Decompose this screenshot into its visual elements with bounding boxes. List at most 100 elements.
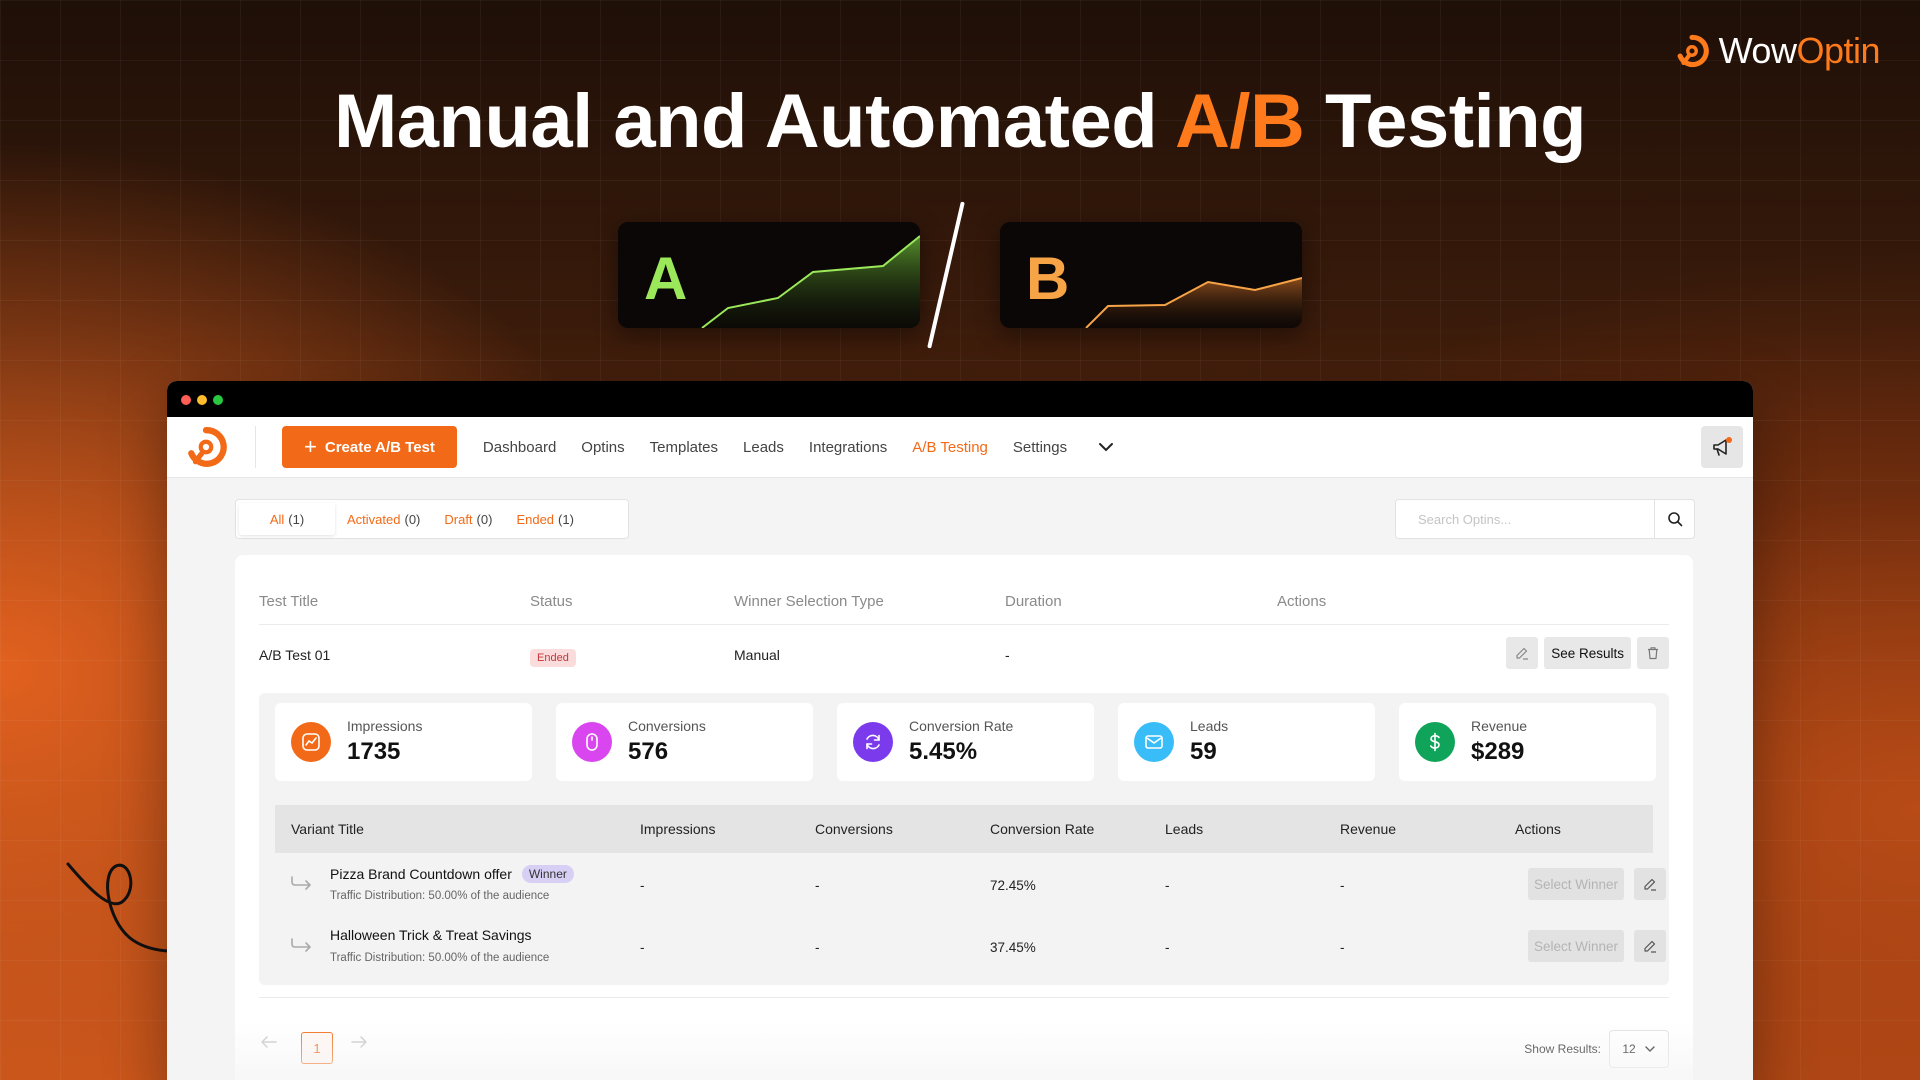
search-icon	[1667, 512, 1682, 527]
chevron-down-icon	[1644, 1046, 1655, 1052]
search-button[interactable]	[1654, 500, 1694, 538]
filter-tab-draft-count: (0)	[476, 511, 493, 527]
edit-variant-button[interactable]	[1634, 868, 1666, 900]
create-ab-test-label: Create A/B Test	[324, 438, 435, 456]
winner-selection-type: Manual	[734, 647, 780, 663]
nav-menu: Dashboard Optins Templates Leads Integra…	[483, 439, 1114, 456]
nav-item-dashboard[interactable]: Dashboard	[483, 439, 556, 456]
corner-down-right-icon	[291, 938, 311, 952]
see-results-button[interactable]: See Results	[1544, 637, 1631, 669]
edit-test-button[interactable]	[1506, 637, 1539, 669]
window-maximize-dot[interactable]	[213, 395, 223, 405]
ab-tests-panel: Test Title Status Winner Selection Type …	[235, 555, 1693, 1080]
tests-table-header: Test Title Status Winner Selection Type …	[259, 555, 1669, 625]
top-navbar: + Create A/B Test Dashboard Optins Templ…	[167, 417, 1753, 478]
variant-conversions: -	[815, 878, 820, 893]
search-input[interactable]	[1396, 500, 1654, 538]
variant-title-text: Pizza Brand Countdown offer	[330, 866, 512, 882]
filter-tab-activated-count: (0)	[404, 511, 421, 527]
corner-down-right-icon	[291, 876, 311, 890]
filter-tab-draft[interactable]: Draft (0)	[432, 503, 504, 535]
variant-leads: -	[1165, 878, 1170, 893]
vheader-leads: Leads	[1165, 821, 1204, 837]
variant-conversion-rate: 72.45%	[990, 878, 1036, 893]
vheader-conversion-rate: Conversion Rate	[990, 821, 1095, 837]
variant-a-card: A	[618, 222, 920, 328]
stat-label: Revenue	[1471, 718, 1528, 734]
stat-card-leads: Leads 59	[1118, 703, 1375, 781]
nav-separator	[255, 426, 256, 468]
header-test-title: Test Title	[259, 593, 319, 610]
filter-tab-ended[interactable]: Ended (1)	[504, 503, 585, 535]
refresh-icon	[853, 722, 893, 762]
header-actions: Actions	[1277, 593, 1327, 610]
filter-tab-ended-label: Ended	[516, 511, 555, 527]
pencil-icon	[1644, 878, 1656, 891]
variant-title[interactable]: Pizza Brand Countdown offer Winner	[330, 865, 574, 883]
stat-card-conversion-rate: Conversion Rate 5.45%	[837, 703, 1094, 781]
edit-variant-button[interactable]	[1634, 930, 1666, 962]
variants-table-header: Variant Title Impressions Conversions Co…	[275, 805, 1653, 853]
header-status: Status	[530, 593, 573, 610]
stat-value: 576	[628, 738, 669, 765]
test-title[interactable]: A/B Test 01	[259, 647, 330, 663]
headline-accent: A/B	[1174, 79, 1305, 164]
nav-item-settings[interactable]: Settings	[1013, 439, 1067, 456]
variant-leads: -	[1165, 940, 1170, 955]
page-size-value: 12	[1622, 1042, 1636, 1056]
table-row: A/B Test 01 Ended Manual - See Results	[259, 625, 1669, 685]
create-ab-test-button[interactable]: + Create A/B Test	[282, 426, 457, 468]
variant-b-card: B	[1000, 222, 1302, 328]
trash-icon	[1648, 647, 1658, 660]
nav-item-leads[interactable]: Leads	[743, 439, 784, 456]
app-window: + Create A/B Test Dashboard Optins Templ…	[167, 381, 1753, 1080]
app-logo-icon[interactable]	[185, 426, 227, 468]
vheader-variant-title: Variant Title	[291, 821, 364, 837]
nav-item-ab-testing[interactable]: A/B Testing	[912, 439, 988, 456]
stat-value: 59	[1190, 738, 1217, 765]
delete-test-button[interactable]	[1637, 637, 1669, 669]
arrow-left-icon[interactable]	[259, 1034, 279, 1050]
winner-badge: Winner	[521, 865, 574, 883]
window-minimize-dot[interactable]	[197, 395, 207, 405]
nav-item-templates[interactable]: Templates	[650, 439, 718, 456]
pencil-icon	[1644, 940, 1656, 953]
chevron-down-icon[interactable]	[1098, 439, 1114, 455]
window-close-dot[interactable]	[181, 395, 191, 405]
brand-logo: WowOptin	[1675, 30, 1880, 72]
filter-tab-activated[interactable]: Activated (0)	[335, 503, 432, 535]
pencil-icon	[1516, 647, 1529, 660]
nav-item-optins[interactable]: Optins	[581, 439, 624, 456]
table-row: Halloween Trick & Treat Savings Traffic …	[275, 915, 1666, 977]
variant-title[interactable]: Halloween Trick & Treat Savings	[330, 927, 532, 943]
page-number-button[interactable]: 1	[301, 1032, 333, 1064]
announcements-button[interactable]	[1701, 426, 1743, 468]
filter-tab-all-count: (1)	[288, 511, 305, 527]
traffic-distribution: Traffic Distribution: 50.00% of the audi…	[330, 890, 550, 902]
dollar-icon	[1415, 722, 1455, 762]
stat-card-conversions: Conversions 576	[556, 703, 813, 781]
page-size-select[interactable]: 12	[1609, 1030, 1669, 1068]
brand-name-part1: Wow	[1718, 30, 1797, 71]
vheader-conversions: Conversions	[815, 821, 893, 837]
header-duration: Duration	[1005, 593, 1062, 610]
variant-title-text: Halloween Trick & Treat Savings	[330, 927, 532, 943]
wowoptin-logo-icon	[1677, 34, 1709, 68]
pagination: 1 Show Results: 12	[259, 997, 1669, 1068]
stat-value: 5.45%	[909, 738, 978, 765]
filter-tab-all[interactable]: All (1)	[239, 503, 335, 535]
variant-conversion-rate: 37.45%	[990, 940, 1036, 955]
select-winner-button[interactable]: Select Winner	[1528, 868, 1625, 900]
chart-icon	[291, 722, 331, 762]
nav-item-integrations[interactable]: Integrations	[809, 439, 887, 456]
stat-card-revenue: Revenue $289	[1399, 703, 1656, 781]
arrow-right-icon[interactable]	[349, 1034, 369, 1050]
stat-value: $289	[1471, 738, 1525, 765]
variant-revenue: -	[1340, 878, 1345, 893]
search-box	[1395, 499, 1695, 539]
select-winner-button[interactable]: Select Winner	[1528, 930, 1625, 962]
show-results-label: Show Results:	[1524, 1042, 1601, 1056]
variant-impressions: -	[640, 878, 645, 893]
stat-label: Conversions	[628, 718, 706, 734]
test-results-box: Impressions 1735 Conversions 576 Convers…	[259, 693, 1669, 985]
